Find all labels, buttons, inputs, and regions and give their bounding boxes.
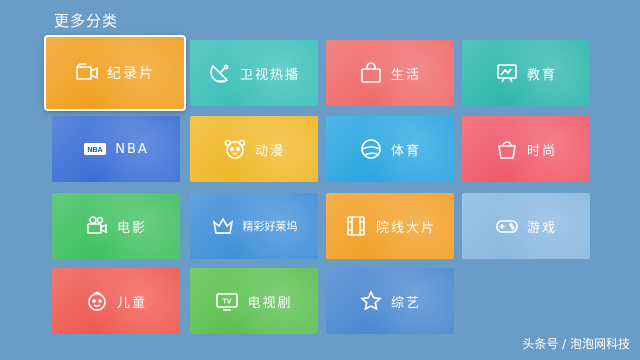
category-tile-12[interactable]: 游戏 (462, 193, 590, 259)
panda-face-icon (223, 137, 247, 161)
tile-content: 游戏 (495, 214, 557, 238)
tile-label: 院线大片 (375, 220, 436, 236)
tile-label: 电视剧 (247, 295, 293, 311)
tile-label: 动漫 (254, 143, 285, 159)
handbag-icon (495, 137, 519, 161)
tile-content: 院线大片 (344, 214, 436, 238)
category-tile-10[interactable]: 精彩好莱坞 (190, 193, 318, 259)
svg-text:TV: TV (223, 299, 232, 306)
film-camera-icon (85, 214, 109, 238)
tv-icon: TV (215, 289, 239, 313)
category-tile-8[interactable]: 时尚 (462, 116, 590, 182)
tile-label: 电影 (116, 220, 147, 236)
tile-label: 卫视热播 (239, 67, 300, 83)
tile-label: 纪录片 (107, 66, 155, 82)
child-face-icon (85, 289, 109, 313)
tile-label: 精彩好莱坞 (242, 220, 298, 233)
tile-content: 体育 (359, 137, 421, 161)
category-tile-15[interactable]: 综艺 (326, 268, 454, 334)
category-tile-2[interactable]: 卫视热播 (190, 40, 318, 106)
category-tile-4[interactable]: 教育 (462, 40, 590, 106)
tile-content: 儿童 (85, 289, 147, 313)
category-tile-3[interactable]: 生活 (326, 40, 454, 106)
shopping-bag-icon (359, 61, 383, 85)
tile-content: 生活 (359, 61, 421, 85)
tile-label: 生活 (390, 67, 421, 83)
tile-label: 儿童 (116, 295, 147, 311)
tile-content: 精彩好莱坞 (211, 214, 298, 238)
tile-label: NBA (115, 141, 149, 157)
category-tile-5[interactable]: NBA NBA (52, 116, 180, 182)
watermark: 头条号 / 泡泡网科技 (522, 337, 630, 351)
tile-content: 综艺 (359, 289, 421, 313)
tile-content: 卫视热播 (208, 61, 300, 85)
category-tile-11[interactable]: 院线大片 (326, 193, 454, 259)
video-camera-icon (75, 61, 99, 85)
blackboard-icon (495, 61, 519, 85)
category-tile-9[interactable]: 电影 (52, 193, 180, 259)
nba-logo-icon: NBA (83, 137, 107, 161)
tile-content: 纪录片 (75, 61, 155, 85)
tile-content: 时尚 (495, 137, 557, 161)
category-tile-14[interactable]: TV 电视剧 (190, 268, 318, 334)
crown-icon (211, 214, 235, 238)
gamepad-icon (495, 214, 519, 238)
page-title: 更多分类 (54, 12, 119, 30)
category-tile-1[interactable]: 纪录片 (44, 35, 186, 111)
category-tile-6[interactable]: 动漫 (190, 116, 318, 182)
category-tile-13[interactable]: 儿童 (52, 268, 180, 334)
film-strip-icon (344, 214, 368, 238)
tile-label: 教育 (526, 67, 557, 83)
tile-content: 动漫 (223, 137, 285, 161)
tile-content: 电影 (85, 214, 147, 238)
tile-label: 游戏 (526, 220, 557, 236)
tile-label: 体育 (390, 143, 421, 159)
tile-content: 教育 (495, 61, 557, 85)
tile-label: 时尚 (526, 143, 557, 159)
svg-text:NBA: NBA (88, 147, 103, 154)
star-icon (359, 289, 383, 313)
ball-icon (359, 137, 383, 161)
tile-label: 综艺 (390, 295, 421, 311)
tile-content: TV 电视剧 (215, 289, 292, 313)
tile-content: NBA NBA (83, 137, 149, 161)
category-tile-7[interactable]: 体育 (326, 116, 454, 182)
satellite-dish-icon (208, 61, 232, 85)
